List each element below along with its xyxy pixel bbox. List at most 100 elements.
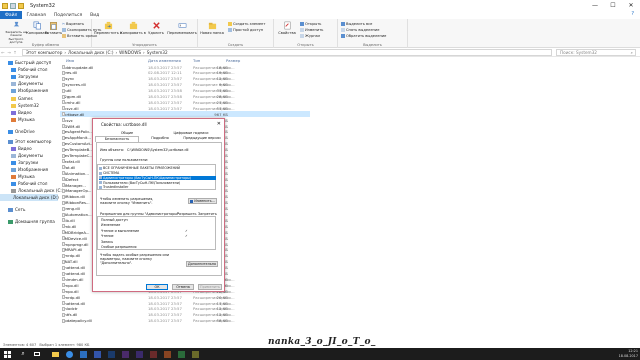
breadcrumb-item[interactable]: Этот компьютер — [26, 50, 62, 55]
change-button[interactable]: Изменить... — [188, 198, 217, 204]
dialog-close-icon[interactable]: ✕ — [217, 121, 221, 127]
nav-item[interactable]: Домашняя группа — [0, 218, 55, 225]
nav-item[interactable]: Видео — [0, 145, 32, 152]
easy-access-button[interactable]: Простой доступ — [228, 28, 263, 32]
copy-button[interactable]: Копировать — [26, 21, 49, 35]
column-header-date[interactable]: Дата изменения — [148, 58, 181, 63]
group-list-item[interactable]: TrustedInstaller — [99, 185, 216, 190]
edit-button[interactable]: Изменить — [300, 28, 323, 32]
task-view-icon[interactable] — [32, 349, 42, 359]
file-icon — [62, 88, 65, 93]
nav-item[interactable]: Рабочий стол — [0, 180, 47, 187]
pictures-icon — [11, 167, 16, 172]
rename-button[interactable]: Переименовать — [167, 21, 197, 35]
file-name: UevAppMonit... — [62, 135, 91, 141]
copy-to-button[interactable]: Копировать в — [120, 21, 146, 35]
file-icon — [62, 283, 65, 288]
cell-size: 27 КБ — [216, 99, 228, 105]
minimize-button[interactable]: — — [586, 0, 604, 11]
select-none-button[interactable]: Снять выделение — [341, 28, 379, 32]
tab-home[interactable]: Главная — [22, 11, 49, 19]
pictures-icon — [11, 88, 16, 93]
nav-item[interactable]: Games — [0, 95, 33, 102]
file-icon — [62, 242, 65, 246]
invert-selection-button[interactable]: Обратить выделение — [341, 34, 386, 38]
cancel-button[interactable]: Отмена — [172, 284, 194, 290]
nav-item[interactable]: Быстрый доступ — [0, 59, 51, 66]
nav-item[interactable]: Локальный диск (D:) — [0, 194, 59, 201]
help-icon[interactable]: ? — [631, 11, 634, 17]
file-explorer-icon[interactable] — [50, 349, 60, 359]
column-header-name[interactable]: Имя — [66, 58, 74, 63]
pin-button[interactable]: Закрепить на панели быстрого доступа — [3, 21, 29, 45]
nav-item[interactable]: Документы — [0, 152, 43, 159]
file-icon — [62, 218, 65, 223]
breadcrumb-item[interactable]: WINDOWS — [119, 50, 141, 55]
nav-item[interactable]: Документы — [0, 80, 43, 87]
permissions-table[interactable]: Полный доступ Изменение Чтение и выполнени… — [97, 216, 216, 250]
open-button[interactable]: Открыть — [300, 22, 321, 26]
start-button[interactable] — [2, 349, 12, 359]
nav-item[interactable]: Этот компьютер — [0, 138, 51, 145]
organize-group: Переместить в Копировать в Удалить Переи… — [92, 19, 198, 48]
edge-icon[interactable] — [64, 349, 74, 359]
search-icon[interactable]: ⌕ — [18, 349, 28, 359]
folder-icon[interactable] — [2, 2, 8, 9]
file-icon — [62, 236, 65, 241]
maximize-button[interactable]: ☐ — [604, 0, 622, 11]
app-icon[interactable] — [190, 349, 200, 359]
ok-button[interactable]: ОК — [146, 284, 168, 290]
properties-icon[interactable] — [10, 2, 16, 9]
title-bar: System32 — ☐ ✕ — [0, 0, 640, 11]
app-icon[interactable] — [162, 349, 172, 359]
apply-button[interactable]: Применить — [198, 284, 222, 290]
app-icon[interactable] — [78, 349, 88, 359]
nav-item[interactable]: Загрузки — [0, 159, 38, 166]
nav-item[interactable]: System32 — [0, 102, 39, 109]
move-to-button[interactable]: Переместить в — [94, 21, 122, 35]
nav-item[interactable]: Локальный диск (C:) — [0, 187, 63, 194]
app-icon[interactable] — [92, 349, 102, 359]
close-button[interactable]: ✕ — [622, 0, 640, 11]
photoshop-icon[interactable] — [106, 349, 116, 359]
tab-file[interactable]: Файл — [0, 11, 23, 19]
paste-button[interactable]: Вставить — [45, 21, 62, 35]
nav-item[interactable]: Изображения — [0, 87, 48, 94]
nav-item[interactable]: Сеть — [0, 206, 25, 213]
advanced-button[interactable]: Дополнительно — [186, 261, 218, 267]
nav-item[interactable]: Рабочий стол — [0, 66, 47, 73]
history-button[interactable]: Журнал — [300, 34, 320, 38]
easy-access-icon — [228, 28, 232, 32]
clock[interactable]: 12:21 18.08.2017 — [619, 349, 638, 359]
select-all-button[interactable]: Выделить все — [341, 22, 372, 26]
nav-item[interactable]: OneDrive — [0, 128, 35, 135]
tab-view[interactable]: Вид — [86, 11, 103, 19]
column-header-size[interactable]: Размер — [226, 58, 240, 63]
groups-list[interactable]: ВСЕ ОГРАНИЧЕННЫЕ ПАКЕТЫ ПРИЛОЖЕНИЙ СИСТЕМ… — [97, 164, 216, 190]
new-item-button[interactable]: Создать элемент — [228, 22, 266, 26]
search-input[interactable]: Поиск: System32 ⌕ — [556, 49, 636, 56]
properties-button[interactable]: Свойства — [277, 21, 297, 35]
delete-button[interactable]: Удалить — [147, 21, 165, 35]
breadcrumb-item[interactable]: System32 — [147, 50, 168, 55]
column-header-type[interactable]: Тип — [193, 58, 200, 63]
file-icon — [62, 76, 65, 81]
up-arrow-icon[interactable]: ↑ — [12, 50, 18, 55]
new-folder-icon[interactable] — [18, 2, 24, 9]
new-folder-button[interactable]: Новая папка — [200, 21, 224, 35]
cut-button[interactable]: ✂ Вырезать — [62, 22, 84, 26]
after-effects-icon[interactable] — [134, 349, 144, 359]
breadcrumb[interactable]: Этот компьютер › Локальный диск (C:) › W… — [22, 49, 552, 56]
nav-item[interactable]: Изображения — [0, 166, 48, 173]
nav-item[interactable]: Музыка — [0, 116, 35, 123]
table-row[interactable]: updatepolicy.dll 18.03.2017 23:57 Расширен… — [60, 318, 310, 324]
file-name: UiManagerOp... — [62, 188, 92, 194]
nav-item[interactable]: Видео — [0, 109, 32, 116]
breadcrumb-item[interactable]: Локальный диск (C:) — [68, 50, 113, 55]
app-icon[interactable] — [176, 349, 186, 359]
tab-share[interactable]: Поделиться — [50, 11, 86, 19]
nav-item[interactable]: Загрузки — [0, 73, 38, 80]
premiere-icon[interactable] — [120, 349, 130, 359]
app-icon[interactable] — [148, 349, 158, 359]
nav-item[interactable]: Музыка — [0, 173, 35, 180]
